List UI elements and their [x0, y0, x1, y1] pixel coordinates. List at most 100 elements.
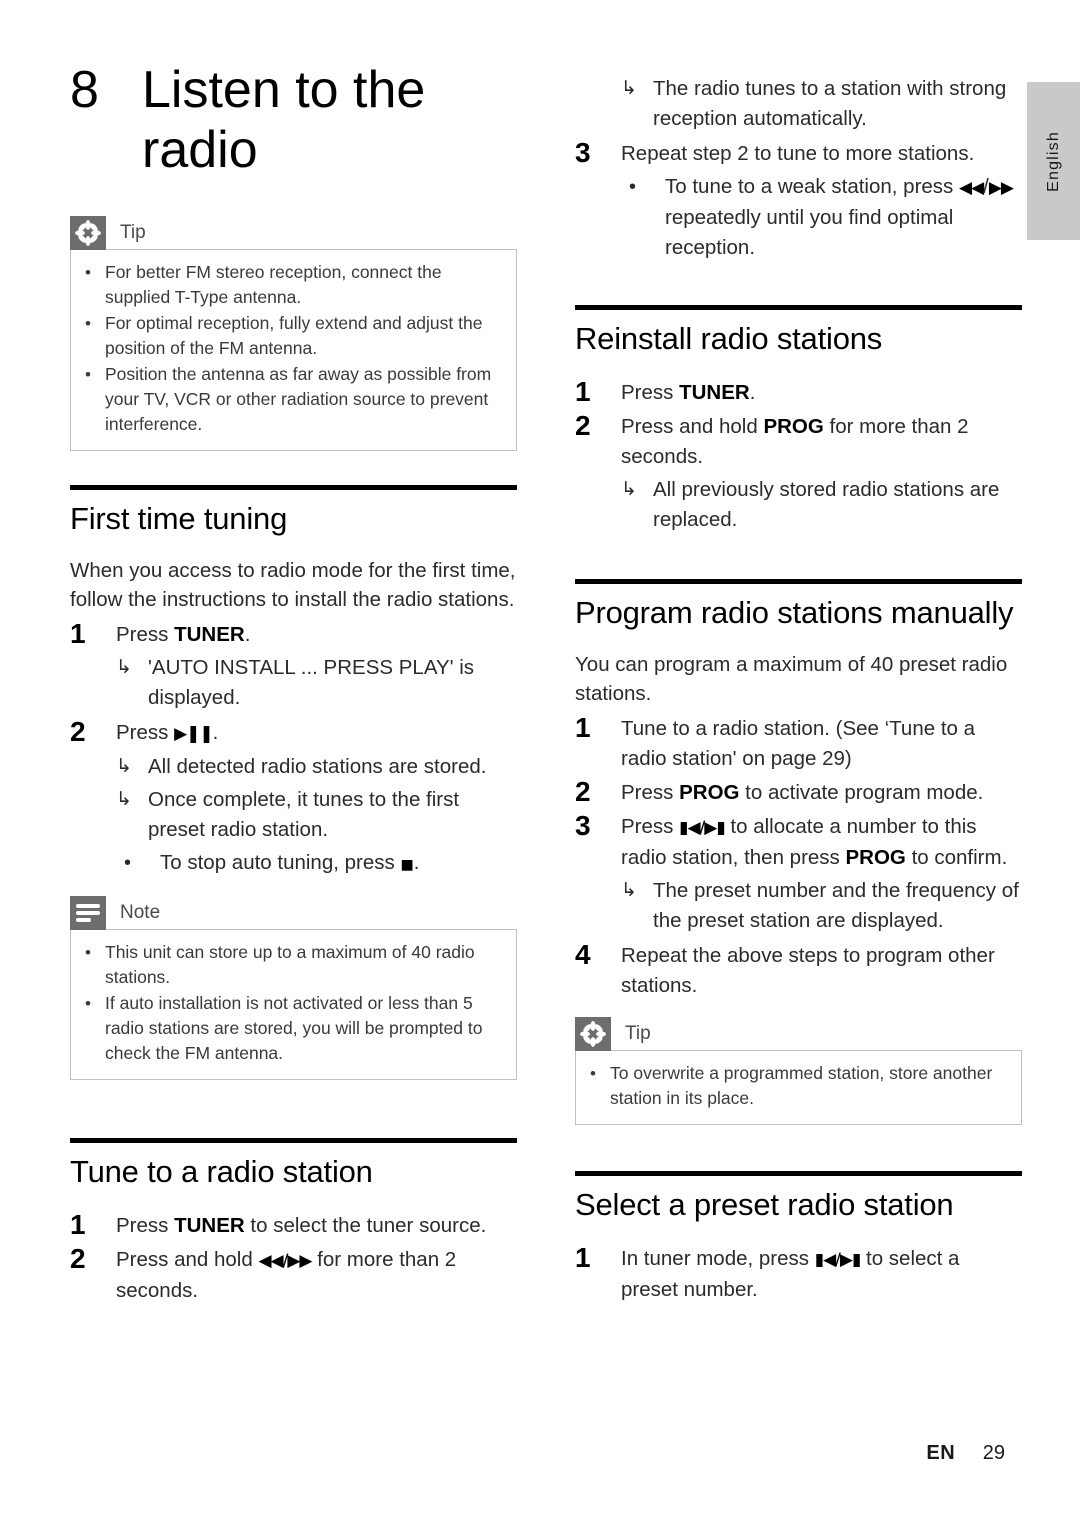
- steps-tune-to-station: 1 Press TUNER to select the tuner source…: [70, 1209, 517, 1306]
- button-name-tuner: TUNER: [174, 623, 245, 646]
- step-text: Press and hold ◀◀/▶▶ for more than 2 sec…: [116, 1248, 457, 1302]
- list-item: 4 Repeat the above steps to program othe…: [575, 939, 1022, 1001]
- result-arrow-icon: ↳: [621, 880, 637, 901]
- list-item: 1 Press TUNER to select the tuner source…: [70, 1209, 517, 1241]
- button-name-tuner: TUNER: [174, 1214, 245, 1237]
- result-arrow-icon: ↳: [621, 78, 637, 99]
- language-tab: English: [1027, 82, 1080, 240]
- step-text: Repeat step 2 to tune to more stations.: [621, 142, 975, 165]
- tip-item-text: To overwrite a programmed station, store…: [610, 1063, 993, 1108]
- note-callout: Note • This unit can store up to a maxim…: [70, 896, 517, 1080]
- sub-bullet-text: To stop auto tuning, press ■.: [160, 851, 420, 874]
- step-sub-bullet: • To tune to a weak station, press ◀◀/▶▶…: [621, 172, 1022, 263]
- step-result: ↳ All detected radio stations are stored…: [116, 752, 517, 782]
- tip-callout-header: Tip: [70, 216, 517, 250]
- left-column: 8 Listen to the radio Tip • For better F…: [70, 60, 517, 1308]
- step-row: 2 Press and hold PROG for more than 2 se…: [575, 410, 1022, 472]
- tip-item-text: For optimal reception, fully extend and …: [105, 313, 483, 358]
- result-text: Once complete, it tunes to the first pre…: [148, 788, 460, 841]
- step-sub-bullet: • To stop auto tuning, press ■.: [116, 848, 517, 880]
- bullet-dot: •: [629, 176, 637, 198]
- bullet-dot: •: [85, 365, 91, 384]
- list-item: 1 Tune to a radio station. (See ‘Tune to…: [575, 712, 1022, 774]
- list-item: • For better FM stereo reception, connec…: [85, 260, 502, 310]
- section-rule: [70, 1138, 517, 1143]
- bullet-dot: •: [85, 994, 91, 1013]
- result-text: The radio tunes to a station with strong…: [653, 77, 1007, 130]
- chapter-number: 8: [70, 61, 99, 119]
- step-result: ↳ Once complete, it tunes to the first p…: [116, 785, 517, 845]
- tip-callout-body: • To overwrite a programmed station, sto…: [575, 1050, 1022, 1125]
- tip-callout-right: Tip • To overwrite a programmed station,…: [575, 1017, 1022, 1125]
- stop-icon: ■: [400, 857, 414, 873]
- note-line: [76, 918, 91, 922]
- step-row: 3 Repeat step 2 to tune to more stations…: [575, 137, 1022, 169]
- step-number: 2: [70, 716, 86, 747]
- step-number: 3: [575, 810, 591, 841]
- section-intro-paragraph: When you access to radio mode for the fi…: [70, 559, 516, 611]
- button-name-prog: PROG: [763, 415, 824, 438]
- step-number: 1: [575, 376, 591, 407]
- rewind-forward-icon: ◀◀/▶▶: [258, 1251, 312, 1271]
- result-arrow-icon: ↳: [621, 479, 637, 500]
- button-name-prog: PROG: [679, 781, 740, 804]
- step-row: 2 Press PROG to activate program mode.: [575, 776, 1022, 808]
- note-callout-header: Note: [70, 896, 517, 930]
- result-text: All previously stored radio stations are…: [653, 478, 1000, 531]
- forward-icon: ▶▶: [988, 178, 1014, 198]
- language-tab-label: English: [1044, 130, 1062, 192]
- result-text: The preset number and the frequency of t…: [653, 879, 1019, 932]
- prev-next-icon: ▮◀/▶▮: [814, 1250, 862, 1270]
- step-row: 2 Press ▶❚❚.: [70, 716, 517, 749]
- note-callout-label: Note: [120, 902, 161, 923]
- right-column: ↳ The radio tunes to a station with stro…: [575, 60, 1022, 1307]
- step-result: ↳ 'AUTO INSTALL ... PRESS PLAY' is displ…: [116, 653, 517, 713]
- note-callout-body: • This unit can store up to a maximum of…: [70, 929, 517, 1080]
- section-rule: [575, 305, 1022, 310]
- step-text: Press PROG to activate program mode.: [621, 781, 984, 804]
- footer-page-number: 29: [982, 1442, 1005, 1464]
- footer-locale: EN: [926, 1442, 956, 1464]
- tip-asterisk-glyph: [75, 220, 101, 246]
- list-item: 1 In tuner mode, press ▮◀/▶▮ to select a…: [575, 1242, 1022, 1305]
- button-name-tuner: TUNER: [679, 381, 750, 404]
- bullet-dot: •: [590, 1064, 596, 1083]
- note-line: [76, 904, 100, 908]
- section-rule: [575, 1171, 1022, 1176]
- list-item: • Position the antenna as far away as po…: [85, 362, 502, 437]
- step-number: 1: [70, 618, 86, 649]
- button-name-prog: PROG: [845, 846, 906, 869]
- step-number: 1: [575, 712, 591, 743]
- list-item: 2 Press and hold ◀◀/▶▶ for more than 2 s…: [70, 1243, 517, 1306]
- tip-callout-label: Tip: [625, 1023, 651, 1044]
- section-heading-select-preset: Select a preset radio station: [575, 1187, 954, 1222]
- list-item: 2 Press and hold PROG for more than 2 se…: [575, 410, 1022, 535]
- result-arrow-icon: ↳: [116, 789, 132, 810]
- step-text: Press TUNER to select the tuner source.: [116, 1214, 487, 1237]
- step-number: 2: [575, 410, 591, 441]
- step-text: Press TUNER.: [621, 381, 756, 404]
- tip-callout-body: • For better FM stereo reception, connec…: [70, 249, 517, 451]
- step-text: Press ▮◀/▶▮ to allocate a number to this…: [621, 815, 1008, 869]
- step-row: 1 Tune to a radio station. (See ‘Tune to…: [575, 712, 1022, 774]
- list-item: • For optimal reception, fully extend an…: [85, 311, 502, 361]
- tip-asterisk-icon: [70, 216, 106, 250]
- list-item: • If auto installation is not activated …: [85, 991, 502, 1066]
- step-result: ↳ All previously stored radio stations a…: [621, 475, 1022, 535]
- bullet-dot: •: [124, 852, 132, 874]
- step-row: 3 Press ▮◀/▶▮ to allocate a number to th…: [575, 810, 1022, 873]
- note-line: [76, 911, 100, 915]
- list-item: • To overwrite a programmed station, sto…: [590, 1061, 1007, 1111]
- list-item: 3 Press ▮◀/▶▮ to allocate a number to th…: [575, 810, 1022, 936]
- steps-select-preset: 1 In tuner mode, press ▮◀/▶▮ to select a…: [575, 1242, 1022, 1305]
- section-heading-reinstall: Reinstall radio stations: [575, 321, 883, 356]
- note-item-text: This unit can store up to a maximum of 4…: [105, 942, 475, 987]
- step-row: 1 Press TUNER.: [70, 618, 517, 650]
- step-number: 1: [70, 1209, 86, 1240]
- steps-first-time-tuning: 1 Press TUNER. ↳ 'AUTO INSTALL ... PRESS…: [70, 618, 517, 880]
- note-item-text: If auto installation is not activated or…: [105, 993, 483, 1063]
- note-lines-icon: [70, 896, 106, 930]
- tip-callout-label: Tip: [120, 222, 146, 243]
- step-result: ↳ The radio tunes to a station with stro…: [621, 74, 1022, 134]
- tip-callout-header: Tip: [575, 1017, 1022, 1051]
